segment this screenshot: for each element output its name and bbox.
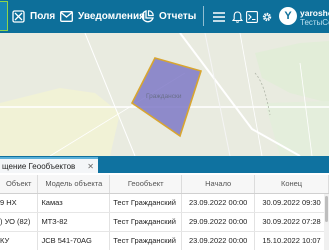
column-header-start[interactable]: Начало	[181, 175, 256, 194]
cell-model: JCB 541-70AG	[37, 231, 111, 250]
table-header-row: Объект Модель объекта Геообъект Начало К…	[0, 175, 329, 194]
cell-model: МТЗ-82	[37, 212, 111, 232]
geoobjects-table: Объект Модель объекта Геообъект Начало К…	[0, 175, 329, 250]
close-icon[interactable]: ✕	[87, 162, 94, 171]
tab-geoobjects[interactable]: щение Геообъектов ✕	[0, 157, 98, 173]
terminal-button[interactable]	[246, 0, 258, 33]
column-header-geoobject[interactable]: Геообъект	[109, 175, 183, 194]
cell-object: КУ	[0, 231, 39, 250]
field-x-icon	[12, 10, 25, 23]
nav-reports[interactable]: Отчеты	[141, 0, 196, 33]
cell-object: ) УО (82)	[0, 212, 39, 232]
cell-end: 30.09.2022 07:28	[254, 212, 329, 232]
nav-fields-label: Поля	[30, 11, 56, 22]
tab-geoobjects-label: щение Геообъектов	[2, 161, 76, 171]
table-row[interactable]: 9 HX Камаз Тест Гражданский 23.09.2022 0…	[0, 193, 329, 213]
geofence-label: Граждански	[146, 93, 182, 100]
menu-button[interactable]	[213, 0, 225, 33]
geoobjects-panel: щение Геообъектов ✕ Объект Модель объект…	[0, 156, 329, 250]
terminal-icon	[246, 10, 258, 23]
cell-start: 23.09.2022 00:00	[181, 231, 256, 250]
gear-icon	[262, 12, 272, 21]
cell-geoobject: Тест Гражданский	[109, 193, 183, 213]
cell-model: Камаз	[37, 193, 111, 213]
column-header-model[interactable]: Модель объекта	[37, 175, 111, 194]
divider	[203, 6, 204, 26]
nav-notifications-label: Уведомления	[78, 11, 145, 22]
user-name[interactable]: yaroshe	[300, 8, 329, 18]
notifications-button[interactable]	[232, 0, 243, 33]
nav-notifications[interactable]: Уведомления	[60, 0, 145, 33]
cell-geoobject: Тест Гражданский	[109, 212, 183, 232]
hamburger-menu-icon	[213, 11, 225, 22]
panel-tab-bar: щение Геообъектов ✕	[0, 156, 329, 173]
cell-end: 30.09.2022 09:30	[254, 193, 329, 213]
cell-start: 23.09.2022 00:00	[181, 193, 256, 213]
column-header-end[interactable]: Конец	[254, 175, 329, 194]
nav-reports-label: Отчеты	[159, 11, 197, 22]
user-organization: ТестыСо	[300, 18, 329, 27]
cell-object: 9 HX	[0, 193, 39, 213]
column-header-object[interactable]: Объект	[0, 175, 39, 194]
cell-end: 15.10.2022 10:07	[254, 231, 329, 250]
reports-icon	[141, 10, 154, 23]
nav-fields[interactable]: Поля	[12, 0, 55, 33]
settings-button[interactable]	[261, 0, 273, 33]
bell-icon	[232, 10, 243, 23]
table-row[interactable]: КУ JCB 541-70AG Тест Гражданский 23.09.2…	[0, 231, 329, 250]
sidebar-toggle[interactable]	[0, 1, 8, 31]
cell-start: 29.09.2022 00:00	[181, 212, 256, 232]
top-navigation-bar: Поля Уведомления Отчеты Y yarosh ТестыС	[0, 0, 329, 33]
cell-geoobject: Тест Гражданский	[109, 231, 183, 250]
table-row[interactable]: ) УО (82) МТЗ-82 Тест Гражданский 29.09.…	[0, 212, 329, 232]
mail-icon	[60, 11, 73, 22]
map-view[interactable]: Граждански	[0, 33, 329, 156]
table-scrollbar-thumb[interactable]	[325, 196, 328, 222]
user-avatar[interactable]: Y	[279, 7, 297, 25]
